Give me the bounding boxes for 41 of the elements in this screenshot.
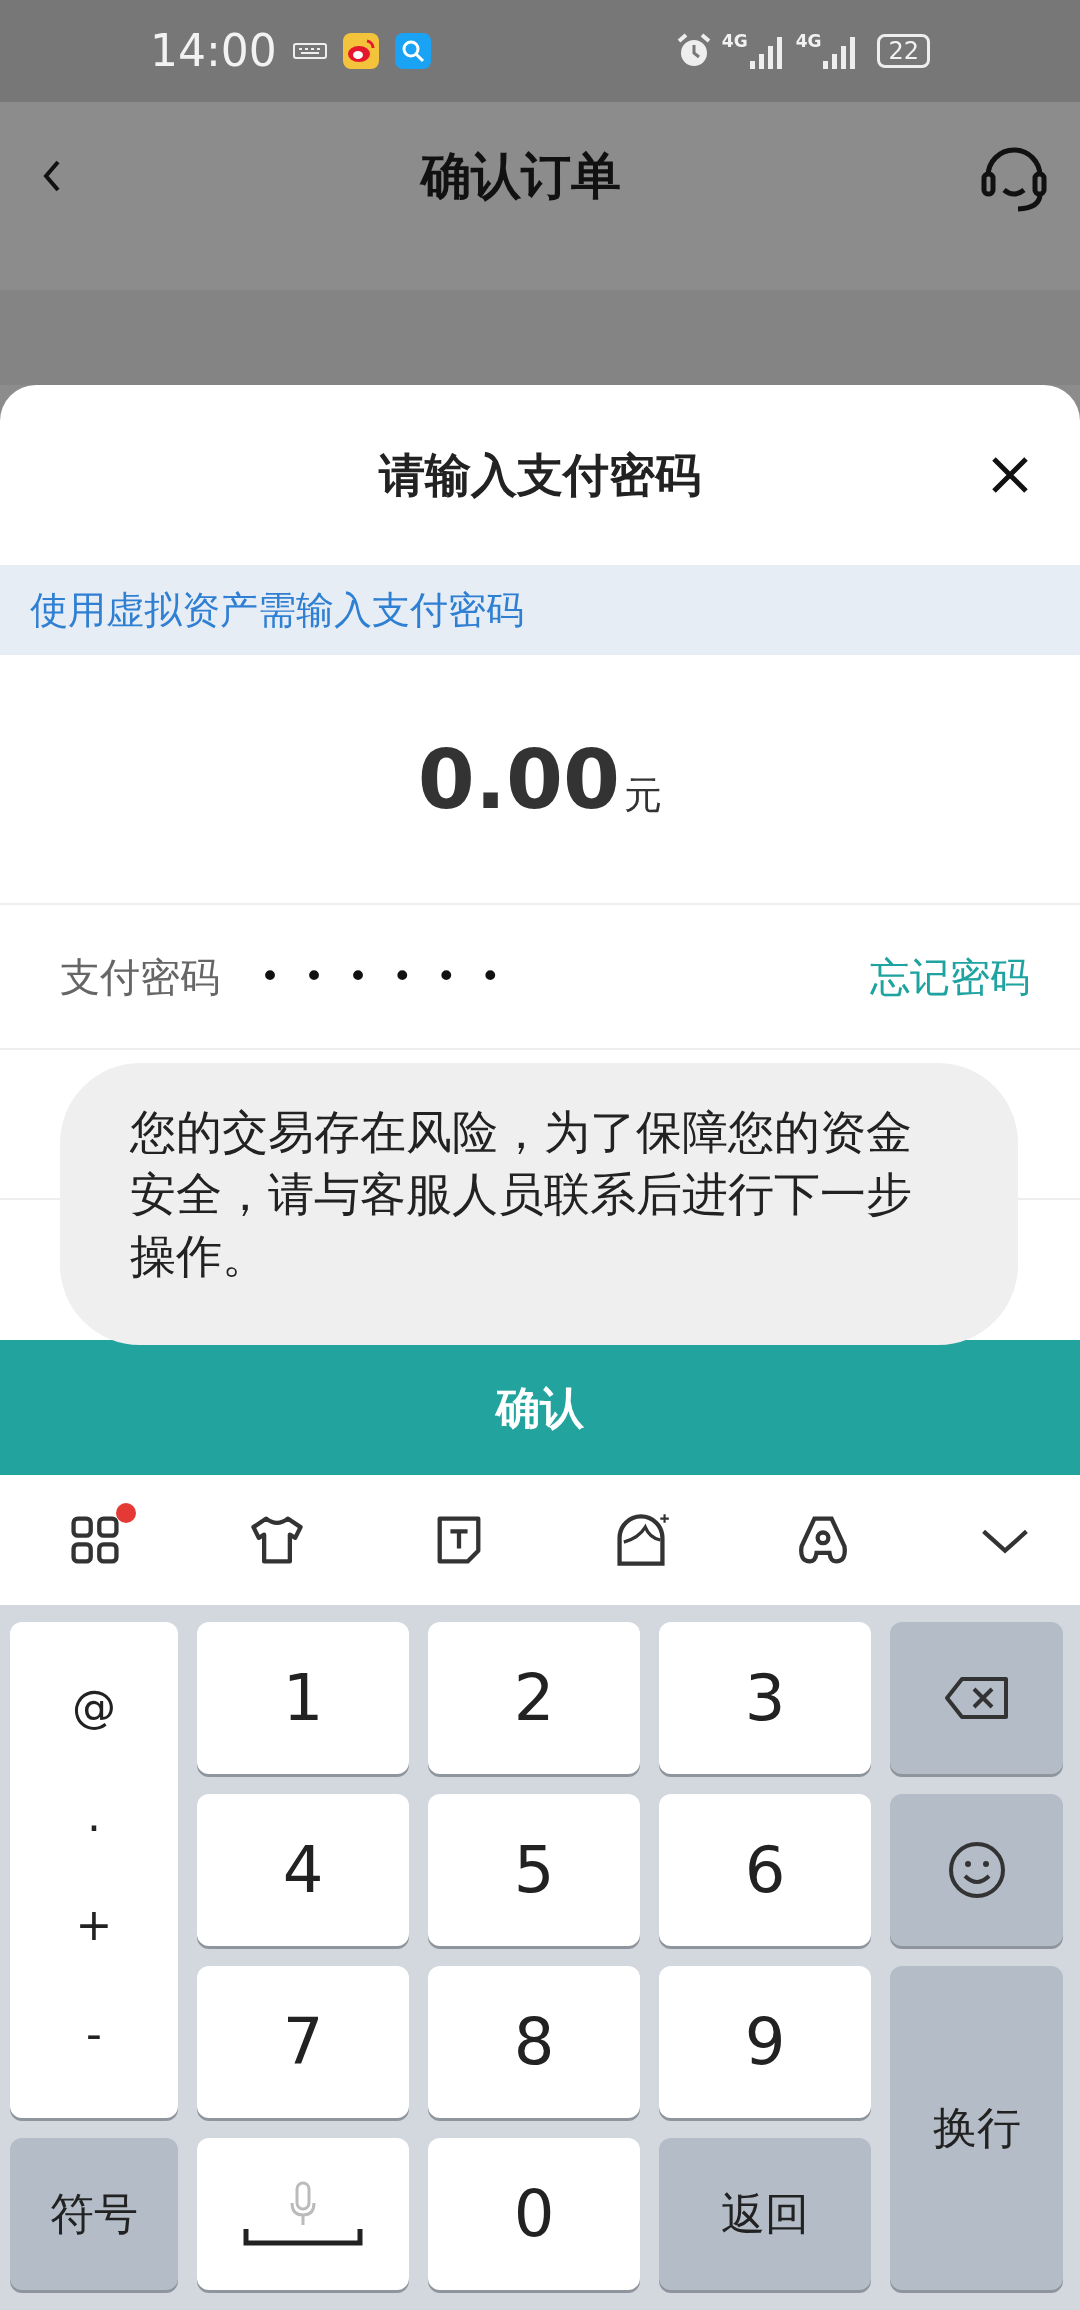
network-label: 4G <box>721 33 748 50</box>
key[interactable]: 3 <box>659 1622 871 1774</box>
amount-value: 0.00 <box>417 730 621 829</box>
smiley-icon <box>946 1840 1007 1900</box>
battery-indicator: 22 <box>877 34 930 68</box>
emoji-key[interactable] <box>890 1794 1063 1946</box>
notice-text: 使用虚拟资产需输入支付密码 <box>30 586 524 634</box>
enter-key[interactable]: 换行 <box>890 1966 1063 2290</box>
close-icon <box>990 455 1030 495</box>
search-app-icon <box>394 33 431 69</box>
key[interactable]: 1 <box>197 1622 409 1774</box>
toast-message: 您的交易存在风险，为了保障您的资金安全，请与客服人员联系后进行下一步操作。 <box>60 1063 1018 1345</box>
status-time: 14:00 <box>150 24 277 78</box>
symbol-key[interactable]: + <box>75 1902 113 1947</box>
symbol-key[interactable]: . <box>87 1793 101 1838</box>
symbol-key[interactable]: @ <box>72 1684 116 1729</box>
key[interactable]: 5 <box>428 1794 640 1946</box>
function-key[interactable]: 返回 <box>659 2138 871 2290</box>
network-label: 4G <box>795 33 822 50</box>
key[interactable]: 2 <box>428 1622 640 1774</box>
sheet-title: 请输入支付密码 <box>379 446 701 504</box>
space-bar-icon <box>243 2227 363 2247</box>
backspace-key[interactable] <box>890 1622 1063 1774</box>
key[interactable]: 0 <box>428 2138 640 2290</box>
key[interactable]: 9 <box>659 1966 871 2118</box>
password-label: 支付密码 <box>60 952 220 1002</box>
microphone-icon <box>289 2181 317 2227</box>
keyboard-icon <box>292 41 327 61</box>
notification-dot <box>116 1503 136 1523</box>
key[interactable]: 7 <box>197 1966 409 2118</box>
key[interactable]: 8 <box>428 1966 640 2118</box>
function-key[interactable]: 符号 <box>10 2138 178 2290</box>
password-field[interactable]: •••••• <box>260 951 525 1002</box>
symbol-key[interactable]: - <box>86 2011 102 2056</box>
key[interactable]: 6 <box>659 1794 871 1946</box>
space-key[interactable] <box>197 2138 409 2290</box>
currency-label: 元 <box>624 771 663 819</box>
key[interactable]: 4 <box>197 1794 409 1946</box>
page-title: 确认订单 <box>418 145 622 207</box>
app-icon <box>342 33 379 69</box>
backspace-icon <box>943 1676 1010 1720</box>
